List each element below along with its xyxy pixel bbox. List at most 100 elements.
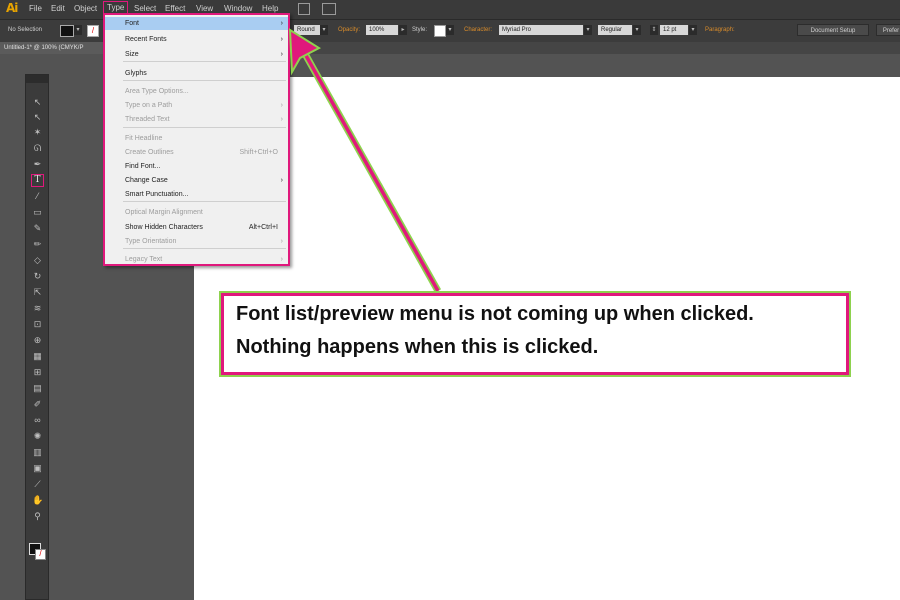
stroke-cap-select[interactable]: Round	[294, 25, 320, 35]
selection-tool-icon[interactable]: ↖	[32, 97, 43, 108]
free-transform-tool-icon[interactable]: ⊡	[32, 319, 43, 330]
document-tab[interactable]: Untitled-1* @ 100% (CMYK/P	[0, 42, 103, 54]
type-tool-icon[interactable]: T	[31, 174, 44, 187]
menu-window[interactable]: Window	[224, 4, 252, 13]
menu-item-smart-punctuation[interactable]: Smart Punctuation...	[105, 188, 288, 201]
column-graph-tool-icon[interactable]: ▥	[32, 447, 43, 458]
artboard-tool-icon[interactable]: ▣	[32, 463, 43, 474]
zoom-tool-icon[interactable]: ⚲	[32, 511, 43, 522]
menu-item-label: Threaded Text	[125, 116, 170, 123]
menu-item-label: Glyphs	[125, 70, 147, 77]
menu-item-find-font[interactable]: Find Font...	[105, 160, 288, 173]
direct-selection-tool-icon[interactable]: ↖	[32, 112, 43, 123]
font-style-field[interactable]: Regular	[598, 25, 632, 35]
perspective-grid-tool-icon[interactable]: ▦	[32, 351, 43, 362]
menu-item-label: Smart Punctuation...	[125, 191, 189, 198]
callout-box: Font list/preview menu is not coming up …	[219, 291, 851, 377]
document-setup-button[interactable]: Document Setup	[797, 24, 869, 36]
menu-item-label: Recent Fonts	[125, 36, 167, 43]
menu-item-recent-fonts[interactable]: Recent Fonts ›	[105, 33, 288, 46]
warp-tool-icon[interactable]: ≋	[32, 303, 43, 314]
font-family-field[interactable]: Myriad Pro	[499, 25, 583, 35]
menu-item-area-type-options[interactable]: Area Type Options...	[105, 85, 288, 98]
submenu-arrow-icon: ›	[280, 102, 283, 109]
menu-select[interactable]: Select	[134, 4, 156, 13]
slice-tool-icon[interactable]: ⟋	[32, 479, 43, 490]
character-label[interactable]: Character:	[464, 27, 492, 33]
arrange-documents-icon[interactable]	[322, 3, 336, 15]
stroke-color-swatch[interactable]: /	[35, 549, 46, 560]
menu-object[interactable]: Object	[74, 4, 97, 13]
symbol-sprayer-tool-icon[interactable]: ✺	[32, 431, 43, 442]
submenu-arrow-icon: ›	[280, 238, 283, 245]
menu-view[interactable]: View	[196, 4, 213, 13]
lasso-tool-icon[interactable]: ᘏ	[32, 143, 43, 154]
paragraph-label[interactable]: Paragraph:	[705, 27, 735, 33]
opacity-label[interactable]: Opacity:	[338, 27, 360, 33]
opacity-field[interactable]: 100%	[366, 25, 398, 35]
menu-item-label: Area Type Options...	[125, 88, 189, 95]
pencil-tool-icon[interactable]: ✏	[32, 239, 43, 250]
style-dropdown-icon[interactable]: ▾	[446, 25, 454, 35]
menu-item-create-outlines[interactable]: Create Outlines Shift+Ctrl+O	[105, 146, 288, 159]
font-size-field[interactable]: 12 pt	[660, 25, 688, 35]
menu-item-label: Legacy Text	[125, 256, 163, 263]
menu-item-type-orientation[interactable]: Type Orientation ›	[105, 235, 288, 248]
rotate-tool-icon[interactable]: ↻	[32, 271, 43, 282]
scale-tool-icon[interactable]: ⇱	[32, 287, 43, 298]
callout-line-2: Nothing happens when this is clicked.	[236, 336, 599, 358]
menu-item-font[interactable]: Font ›	[105, 17, 288, 30]
submenu-arrow-icon: ›	[280, 51, 283, 58]
type-menu-dropdown: Font › Recent Fonts › Size › Glyphs Area Type O…	[103, 13, 290, 266]
rectangle-tool-icon[interactable]: ▭	[32, 207, 43, 218]
menu-item-type-on-a-path[interactable]: Type on a Path ›	[105, 99, 288, 112]
menu-item-label: Size	[125, 51, 139, 58]
menu-item-threaded-text[interactable]: Threaded Text ›	[105, 113, 288, 126]
menu-item-label: Font	[125, 20, 140, 27]
menu-item-optical-margin-alignment[interactable]: Optical Margin Alignment	[105, 206, 288, 219]
menu-separator	[123, 201, 286, 202]
submenu-arrow-icon: ›	[280, 36, 283, 43]
opacity-dropdown-icon[interactable]: ▸	[399, 25, 407, 35]
menu-separator	[123, 80, 286, 81]
mesh-tool-icon[interactable]: ⊞	[32, 367, 43, 378]
fill-swatch[interactable]	[60, 25, 74, 37]
line-tool-icon[interactable]: ⁄	[32, 191, 43, 202]
eraser-tool-icon[interactable]: ◇	[32, 255, 43, 266]
font-family-dropdown-icon[interactable]: ▾	[584, 25, 592, 35]
menu-item-change-case[interactable]: Change Case ›	[105, 174, 288, 187]
font-size-stepper[interactable]: ⇕	[650, 25, 658, 35]
stroke-cap-dropdown-icon[interactable]: ▾	[320, 25, 328, 35]
hand-tool-icon[interactable]: ✋	[32, 495, 43, 506]
tools-panel-header[interactable]	[26, 75, 48, 83]
menu-item-label: Type on a Path	[125, 102, 173, 109]
bridge-icon[interactable]	[298, 3, 310, 15]
submenu-arrow-icon: ›	[280, 177, 283, 184]
eyedropper-tool-icon[interactable]: ✐	[32, 399, 43, 410]
pen-tool-icon[interactable]: ✒	[32, 159, 43, 170]
menu-item-show-hidden-characters[interactable]: Show Hidden Characters Alt+Ctrl+I	[105, 221, 288, 234]
font-size-dropdown-icon[interactable]: ▾	[689, 25, 697, 35]
menu-item-label: Create Outlines	[125, 149, 174, 156]
gradient-tool-icon[interactable]: ▤	[32, 383, 43, 394]
submenu-arrow-icon: ›	[280, 116, 283, 123]
blend-tool-icon[interactable]: ∞	[32, 415, 43, 426]
menu-edit[interactable]: Edit	[51, 4, 65, 13]
style-label: Style:	[412, 27, 428, 33]
menu-file[interactable]: File	[29, 4, 42, 13]
menu-item-size[interactable]: Size ›	[105, 48, 288, 61]
stroke-swatch[interactable]: /	[87, 25, 99, 37]
menu-item-legacy-text[interactable]: Legacy Text ›	[105, 253, 288, 266]
menu-effect[interactable]: Effect	[165, 4, 185, 13]
menu-separator	[123, 248, 286, 249]
menu-help[interactable]: Help	[262, 4, 278, 13]
preferences-button[interactable]: Prefer	[876, 24, 900, 36]
font-style-dropdown-icon[interactable]: ▾	[633, 25, 641, 35]
menu-item-glyphs[interactable]: Glyphs	[105, 67, 288, 80]
menu-item-fit-headline[interactable]: Fit Headline	[105, 132, 288, 145]
shape-builder-tool-icon[interactable]: ⊕	[32, 335, 43, 346]
style-swatch[interactable]	[434, 25, 446, 37]
paintbrush-tool-icon[interactable]: ✎	[32, 223, 43, 234]
fill-dropdown-icon[interactable]: ▾	[74, 25, 82, 35]
magic-wand-tool-icon[interactable]: ✶	[32, 127, 43, 138]
